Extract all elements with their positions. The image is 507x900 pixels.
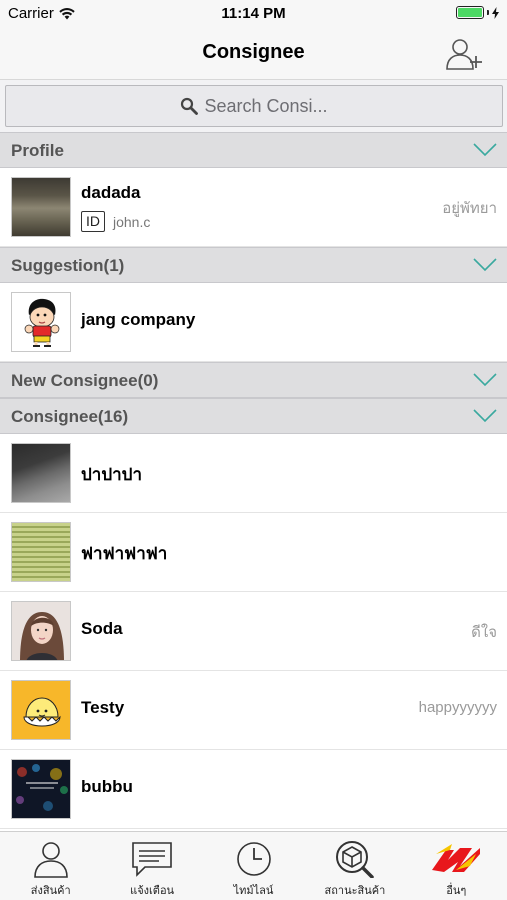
tab-more[interactable]: อื่นๆ (406, 832, 507, 900)
avatar (11, 522, 71, 582)
avatar (11, 443, 71, 503)
profile-name: dadada (81, 183, 141, 202)
avatar (11, 680, 71, 740)
avatar (11, 601, 71, 661)
navigation-bar: Consignee (0, 28, 507, 80)
section-header-profile[interactable]: Profile (0, 132, 507, 168)
consignee-name: bubbu (81, 777, 133, 796)
charging-bolt-icon (492, 6, 499, 19)
profile-user-id: john.c (113, 213, 151, 230)
consignee-row[interactable]: ปาปาปา (0, 434, 507, 513)
add-user-icon (446, 39, 482, 70)
portrait-avatar (20, 612, 64, 660)
status-message: happyyyyyy (418, 699, 497, 716)
clock-icon (236, 842, 271, 876)
avatar (11, 292, 71, 352)
suggestion-name: jang company (81, 310, 196, 329)
tab-notifications[interactable]: แจ้งเตือน (101, 832, 202, 900)
consignee-row[interactable]: bubbu (0, 750, 507, 829)
tab-label: สถานะสินค้า (324, 885, 386, 897)
consignee-name: ปาปาปา (81, 465, 143, 484)
chevron-down-icon (473, 143, 497, 157)
search-icon (181, 97, 199, 115)
package-search-icon (335, 841, 374, 878)
section-header-new-consignee[interactable]: New Consignee(0) (0, 362, 507, 398)
profile-id: ID john.c (81, 211, 150, 232)
status-bar: Carrier 11:14 PM (0, 0, 507, 28)
chevron-down-icon (473, 409, 497, 423)
add-consignee-button[interactable] (445, 36, 485, 72)
clock-time: 11:14 PM (221, 5, 286, 22)
tab-label: อื่นๆ (446, 885, 467, 897)
person-icon (33, 842, 68, 878)
page-title: Consignee (202, 41, 305, 63)
status-message: ดีใจ (471, 624, 497, 641)
id-badge: ID (81, 211, 105, 232)
section-label: Profile (11, 141, 64, 160)
consignee-name: ฟาฟาฟาฟา (81, 544, 168, 563)
chevron-down-icon (473, 258, 497, 272)
profile-row[interactable]: dadada ID john.c อยู่พัทยา (0, 168, 507, 247)
tab-send-goods[interactable]: ส่งสินค้า (0, 832, 101, 900)
chevron-down-icon (473, 373, 497, 387)
status-message: อยู่พัทยา (442, 200, 497, 217)
consignee-list: Profile dadada ID john.c อยู่พัทยา Sugge… (0, 132, 507, 829)
brand-logo-icon (432, 844, 481, 872)
message-icon (132, 842, 172, 877)
search-placeholder: Search Consi... (204, 95, 328, 116)
egg-character-avatar (23, 697, 61, 727)
tab-label: แจ้งเตือน (130, 885, 175, 897)
section-label: New Consignee(0) (11, 371, 159, 390)
search-bar: Search Consi... (0, 80, 507, 132)
battery-indicator (456, 6, 499, 19)
tab-bar: ส่งสินค้า แจ้งเตือน ไทม์ไลน์ สถานะสินค้า… (0, 831, 507, 900)
consignee-name: Soda (81, 619, 123, 638)
bokeh-photo-avatar (16, 764, 68, 811)
section-header-suggestion[interactable]: Suggestion(1) (0, 247, 507, 283)
section-label: Consignee(16) (11, 407, 129, 426)
section-header-consignee[interactable]: Consignee(16) (0, 398, 507, 434)
consignee-row[interactable]: ฟาฟาฟาฟา (0, 513, 507, 592)
consignee-row[interactable]: Soda ดีใจ (0, 592, 507, 671)
tab-label: ไทม์ไลน์ (233, 885, 274, 897)
tab-label: ส่งสินค้า (30, 885, 71, 897)
search-input[interactable]: Search Consi... (5, 85, 503, 127)
section-label: Suggestion(1) (11, 256, 125, 275)
cartoon-boy-avatar (24, 298, 60, 347)
avatar (11, 177, 71, 237)
tab-timeline[interactable]: ไทม์ไลน์ (203, 832, 304, 900)
suggestion-row[interactable]: jang company (0, 283, 507, 362)
consignee-name: Testy (81, 698, 125, 717)
consignee-row[interactable]: Testy happyyyyyy (0, 671, 507, 750)
avatar (11, 759, 71, 819)
tab-goods-status[interactable]: สถานะสินค้า (304, 832, 405, 900)
